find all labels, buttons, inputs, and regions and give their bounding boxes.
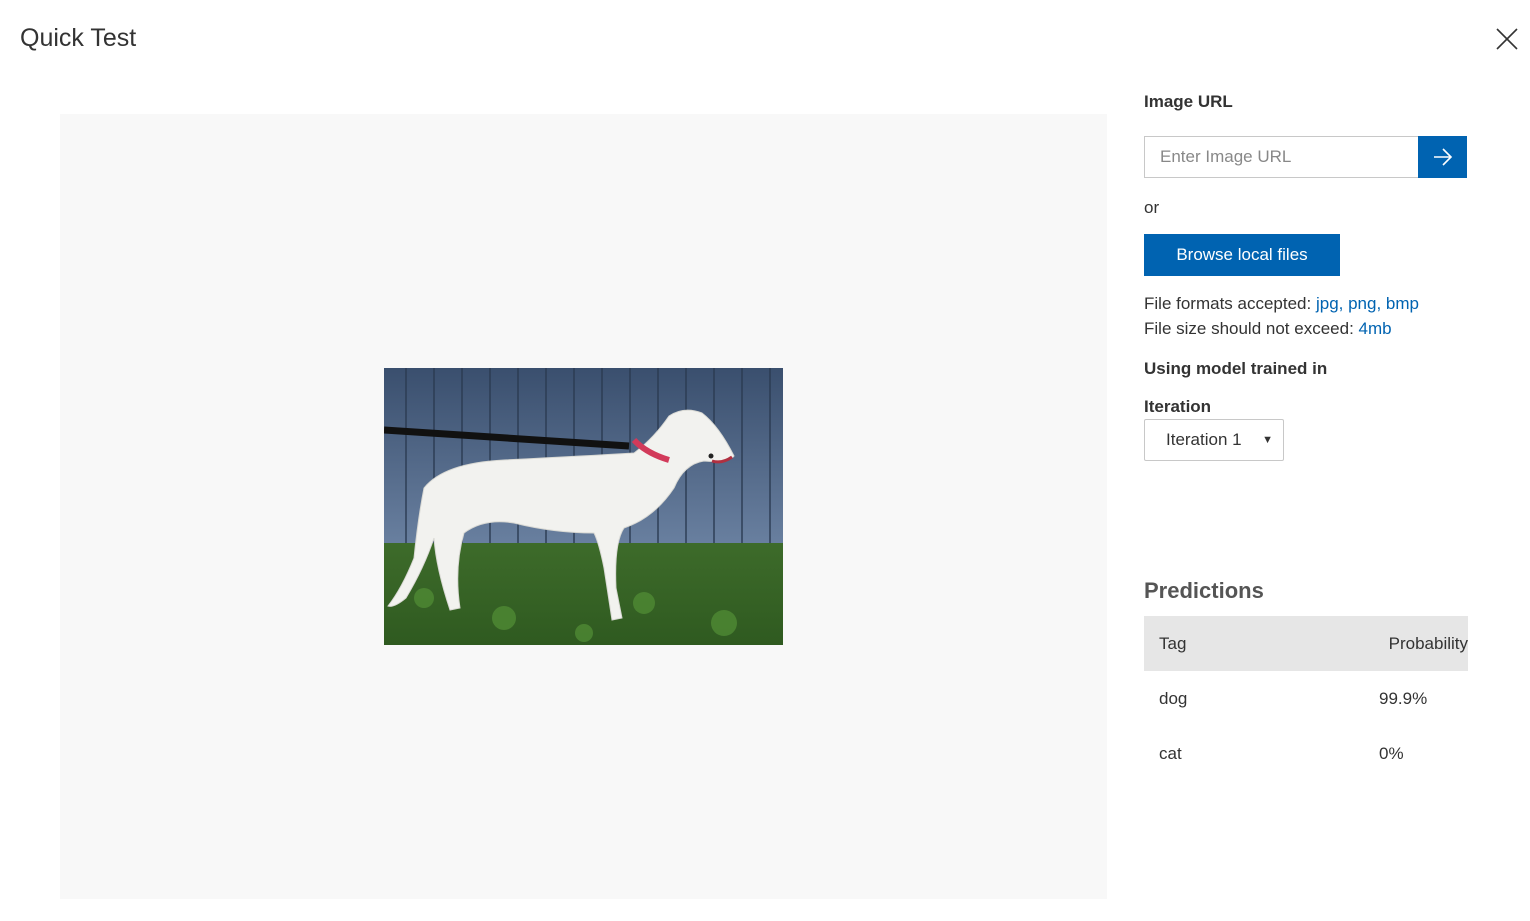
iteration-label: Iteration — [1144, 397, 1212, 416]
chevron-down-icon: ▼ — [1262, 434, 1273, 446]
prediction-tag: dog — [1159, 688, 1188, 708]
predictions-table: Tag Probability dog 99.9% cat 0% — [1144, 616, 1468, 781]
file-formats-prefix: File formats accepted: — [1144, 294, 1316, 313]
file-size-info: File size should not exceed: 4mb — [1144, 319, 1392, 339]
file-size-value: 4mb — [1358, 319, 1392, 338]
browse-local-files-button[interactable]: Browse local files — [1144, 234, 1340, 276]
column-header-probability: Probability — [1388, 633, 1468, 653]
preview-image — [384, 368, 783, 645]
table-row: cat 0% — [1144, 726, 1468, 781]
arrow-right-icon — [1433, 148, 1452, 166]
model-label: Using model trained in — [1144, 359, 1328, 378]
quick-test-dialog: Quick Test Image URL Enter Image URL or … — [0, 0, 1530, 921]
image-url-label: Image URL — [1144, 92, 1233, 111]
prediction-tag: cat — [1159, 743, 1182, 763]
close-button[interactable] — [1490, 22, 1524, 56]
iteration-select[interactable]: Iteration 1 ▼ — [1144, 419, 1284, 461]
iteration-selected-value: Iteration 1 — [1166, 430, 1242, 449]
predictions-title: Predictions — [1144, 578, 1264, 603]
image-url-row — [1144, 136, 1467, 178]
dialog-title: Quick Test — [20, 24, 137, 52]
image-url-input[interactable] — [1144, 136, 1418, 178]
dog-photo — [384, 368, 783, 645]
table-row: dog 99.9% — [1144, 671, 1468, 726]
image-preview-area — [60, 114, 1107, 899]
prediction-probability: 0% — [1379, 743, 1404, 763]
predictions-header: Tag Probability — [1144, 616, 1468, 671]
or-separator: or — [1144, 198, 1160, 217]
file-formats-info: File formats accepted: jpg, png, bmp — [1144, 294, 1419, 314]
file-size-prefix: File size should not exceed: — [1144, 319, 1359, 338]
image-url-submit-button[interactable] — [1418, 136, 1467, 178]
close-icon — [1496, 28, 1518, 50]
prediction-probability: 99.9% — [1379, 688, 1428, 708]
column-header-tag: Tag — [1159, 633, 1187, 653]
file-formats-value: jpg, png, bmp — [1315, 294, 1419, 313]
